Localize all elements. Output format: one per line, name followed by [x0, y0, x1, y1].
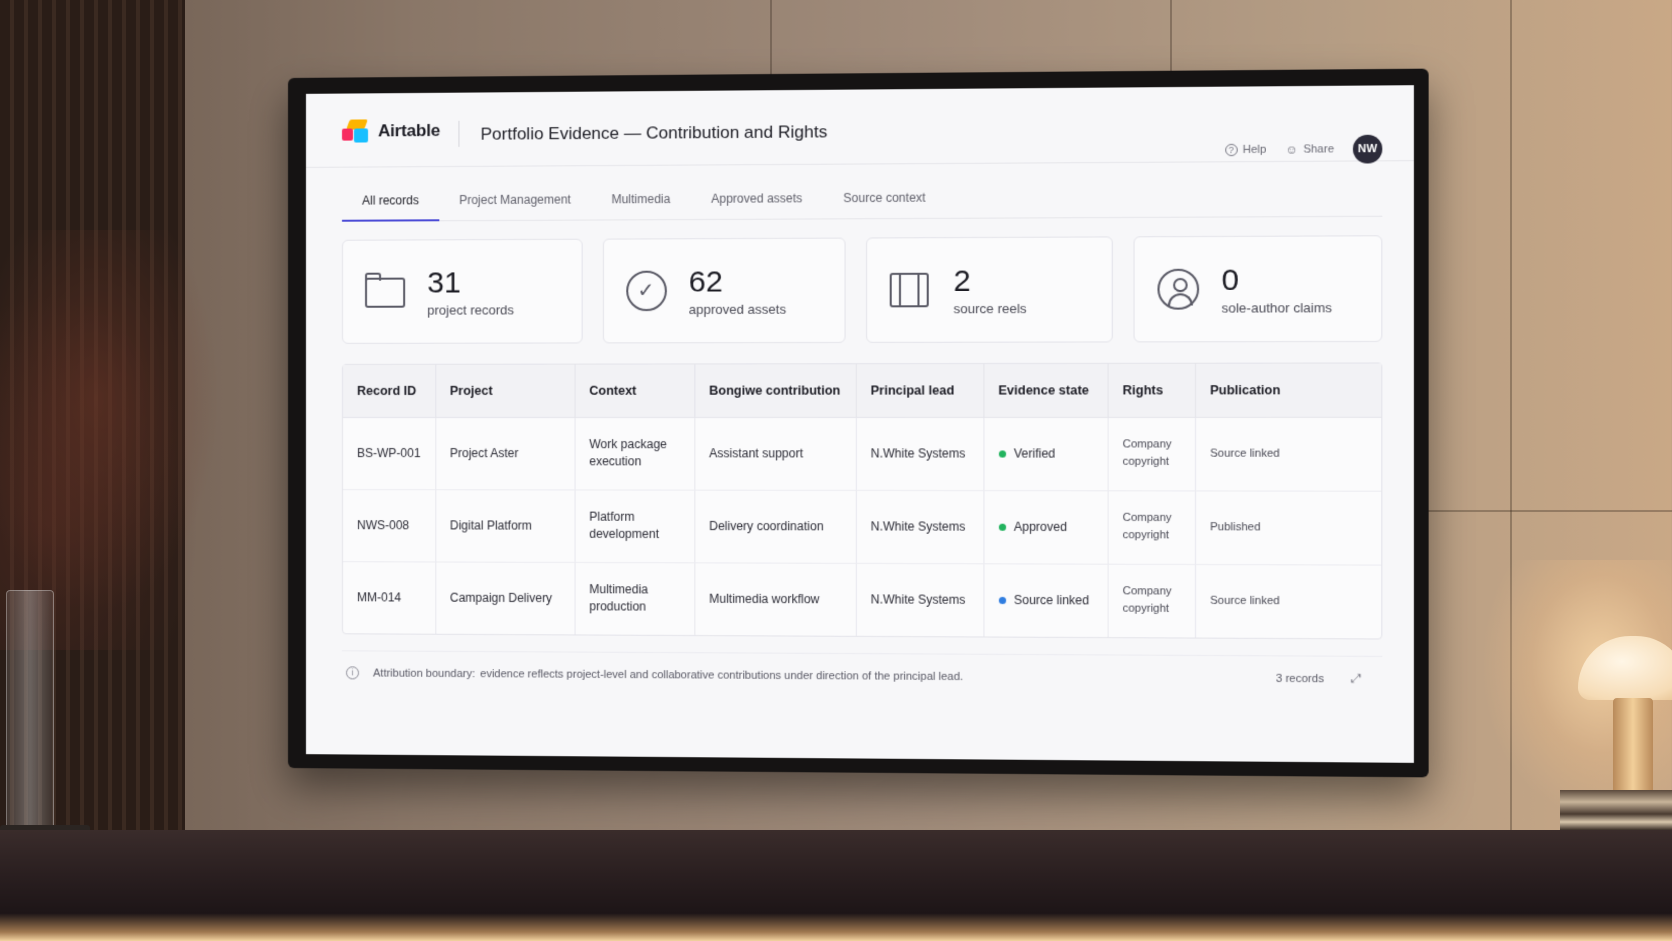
status-label: Source linked — [1013, 592, 1090, 608]
cell-principal-lead[interactable]: N.White Systems — [855, 489, 984, 564]
share-label: Share — [1303, 143, 1335, 156]
status-dot-icon — [998, 523, 1006, 531]
cell-context[interactable]: Work package execution — [574, 416, 695, 490]
cell-evidence-state[interactable]: Source linked — [983, 563, 1108, 638]
cell-rights[interactable]: Company copyright — [1107, 490, 1195, 564]
cell-contribution[interactable]: Multimedia workflow — [694, 562, 856, 636]
attribution-note-text: evidence reflects project-level and coll… — [480, 667, 964, 683]
expand-icon[interactable]: ⤢ — [1351, 671, 1361, 686]
share-button[interactable]: ☺ Share — [1285, 142, 1335, 157]
cell-publication[interactable]: Source linked — [1194, 416, 1382, 491]
glass-vase — [6, 590, 54, 830]
check-circle-icon: ✓ — [625, 270, 667, 312]
stat-label: source reels — [953, 300, 1027, 316]
app-name: Airtable — [378, 120, 441, 141]
cell-rights[interactable]: Company copyright — [1107, 563, 1195, 638]
cell-record-id[interactable]: MM-014 — [342, 561, 436, 634]
airtable-logo[interactable]: Airtable — [341, 119, 441, 144]
column-header-rights[interactable]: Rights — [1107, 363, 1195, 417]
cell-rights[interactable]: Company copyright — [1107, 416, 1195, 491]
table-row[interactable]: BS-WP-001 Project Aster Work package exe… — [342, 416, 1382, 491]
app-header: Airtable Portfolio Evidence — Contributi… — [305, 85, 1414, 168]
tab-project-management[interactable]: Project Management — [439, 180, 591, 221]
stat-card-project-records[interactable]: 31 project records — [341, 238, 583, 344]
dried-branches — [0, 230, 240, 650]
stat-card-source-reels[interactable]: 2 source reels — [866, 236, 1113, 343]
media-console — [0, 830, 1672, 941]
cell-project[interactable]: Campaign Delivery — [435, 561, 575, 635]
cell-evidence-state[interactable]: Verified — [983, 416, 1108, 491]
stat-value: 31 — [427, 265, 461, 300]
column-header-principal-lead[interactable]: Principal lead — [855, 364, 984, 417]
cell-contribution[interactable]: Delivery coordination — [694, 489, 856, 563]
stats-row: 31 project records ✓ 62 approved assets … — [341, 235, 1383, 344]
lamp-stem — [1613, 698, 1653, 798]
book-stack — [1560, 790, 1672, 830]
tab-source-context[interactable]: Source context — [823, 178, 946, 219]
tab-approved-assets[interactable]: Approved assets — [691, 179, 823, 220]
header-divider — [458, 120, 460, 147]
wall-tile-line — [1400, 510, 1672, 512]
app-screen: Airtable Portfolio Evidence — Contributi… — [305, 85, 1414, 763]
help-button[interactable]: ? Help — [1224, 143, 1267, 157]
record-count: 3 records — [1275, 672, 1324, 685]
avatar[interactable]: NW — [1352, 134, 1383, 164]
status-label: Verified — [1013, 445, 1056, 461]
cell-record-id[interactable]: BS-WP-001 — [342, 416, 436, 490]
wall-tile-line — [1170, 0, 1172, 76]
column-header-context[interactable]: Context — [574, 364, 695, 417]
airtable-logo-icon — [341, 119, 370, 143]
folder-icon — [365, 272, 406, 312]
cell-project[interactable]: Digital Platform — [435, 489, 575, 562]
header-actions: ? Help ☺ Share NW — [1224, 134, 1383, 165]
column-header-evidence-state[interactable]: Evidence state — [983, 363, 1108, 417]
help-icon: ? — [1224, 143, 1238, 157]
stat-value: 0 — [1221, 262, 1239, 297]
info-icon: i — [346, 666, 360, 680]
share-user-icon: ☺ — [1285, 142, 1299, 157]
cell-context[interactable]: Multimedia production — [574, 561, 695, 636]
view-tabs: All records Project Management Multimedi… — [341, 175, 1383, 222]
stat-card-approved-assets[interactable]: ✓ 62 approved assets — [602, 237, 846, 344]
stat-value: 62 — [688, 264, 723, 299]
cell-record-id[interactable]: NWS-008 — [342, 489, 436, 562]
user-circle-icon — [1156, 268, 1199, 310]
wall-tile-line — [770, 0, 772, 76]
table-row[interactable]: NWS-008 Digital Platform Platform develo… — [342, 489, 1382, 565]
status-dot-icon — [998, 596, 1006, 605]
film-icon — [889, 270, 931, 311]
stat-value: 2 — [953, 263, 971, 298]
cell-principal-lead[interactable]: N.White Systems — [855, 562, 984, 637]
cell-publication[interactable]: Source linked — [1195, 564, 1381, 638]
column-header-project[interactable]: Project — [435, 364, 575, 417]
tab-multimedia[interactable]: Multimedia — [591, 180, 691, 221]
page-title: Portfolio Evidence — Contribution and Ri… — [480, 122, 828, 144]
help-label: Help — [1242, 143, 1267, 157]
tv-frame: Airtable Portfolio Evidence — Contributi… — [288, 68, 1429, 778]
column-header-contribution[interactable]: Bongiwe contribution — [694, 364, 856, 417]
table-footer: i Attribution boundary: evidence reflect… — [341, 650, 1383, 702]
cell-context[interactable]: Platform development — [574, 489, 695, 563]
cell-contribution[interactable]: Assistant support — [694, 416, 856, 490]
column-header-publication[interactable]: Publication — [1194, 363, 1382, 417]
stat-label: sole-author claims — [1221, 299, 1332, 316]
cell-publication[interactable]: Published — [1194, 490, 1382, 565]
cell-principal-lead[interactable]: N.White Systems — [855, 416, 984, 491]
column-header-record-id[interactable]: Record ID — [342, 364, 436, 417]
stat-label: project records — [427, 301, 514, 318]
table-row[interactable]: MM-014 Campaign Delivery Multimedia prod… — [342, 561, 1381, 638]
cell-project[interactable]: Project Aster — [435, 416, 575, 490]
table-header-row: Record ID Project Context Bongiwe contri… — [342, 363, 1382, 417]
records-table: Record ID Project Context Bongiwe contri… — [341, 362, 1383, 640]
cell-evidence-state[interactable]: Approved — [983, 490, 1108, 564]
stat-label: approved assets — [688, 301, 787, 317]
status-label: Approved — [1013, 519, 1068, 534]
status-dot-icon — [998, 450, 1006, 458]
tab-all-records[interactable]: All records — [341, 181, 440, 222]
stat-card-sole-author-claims[interactable]: 0 sole-author claims — [1133, 235, 1383, 343]
attribution-note-label: Attribution boundary: — [373, 666, 476, 680]
